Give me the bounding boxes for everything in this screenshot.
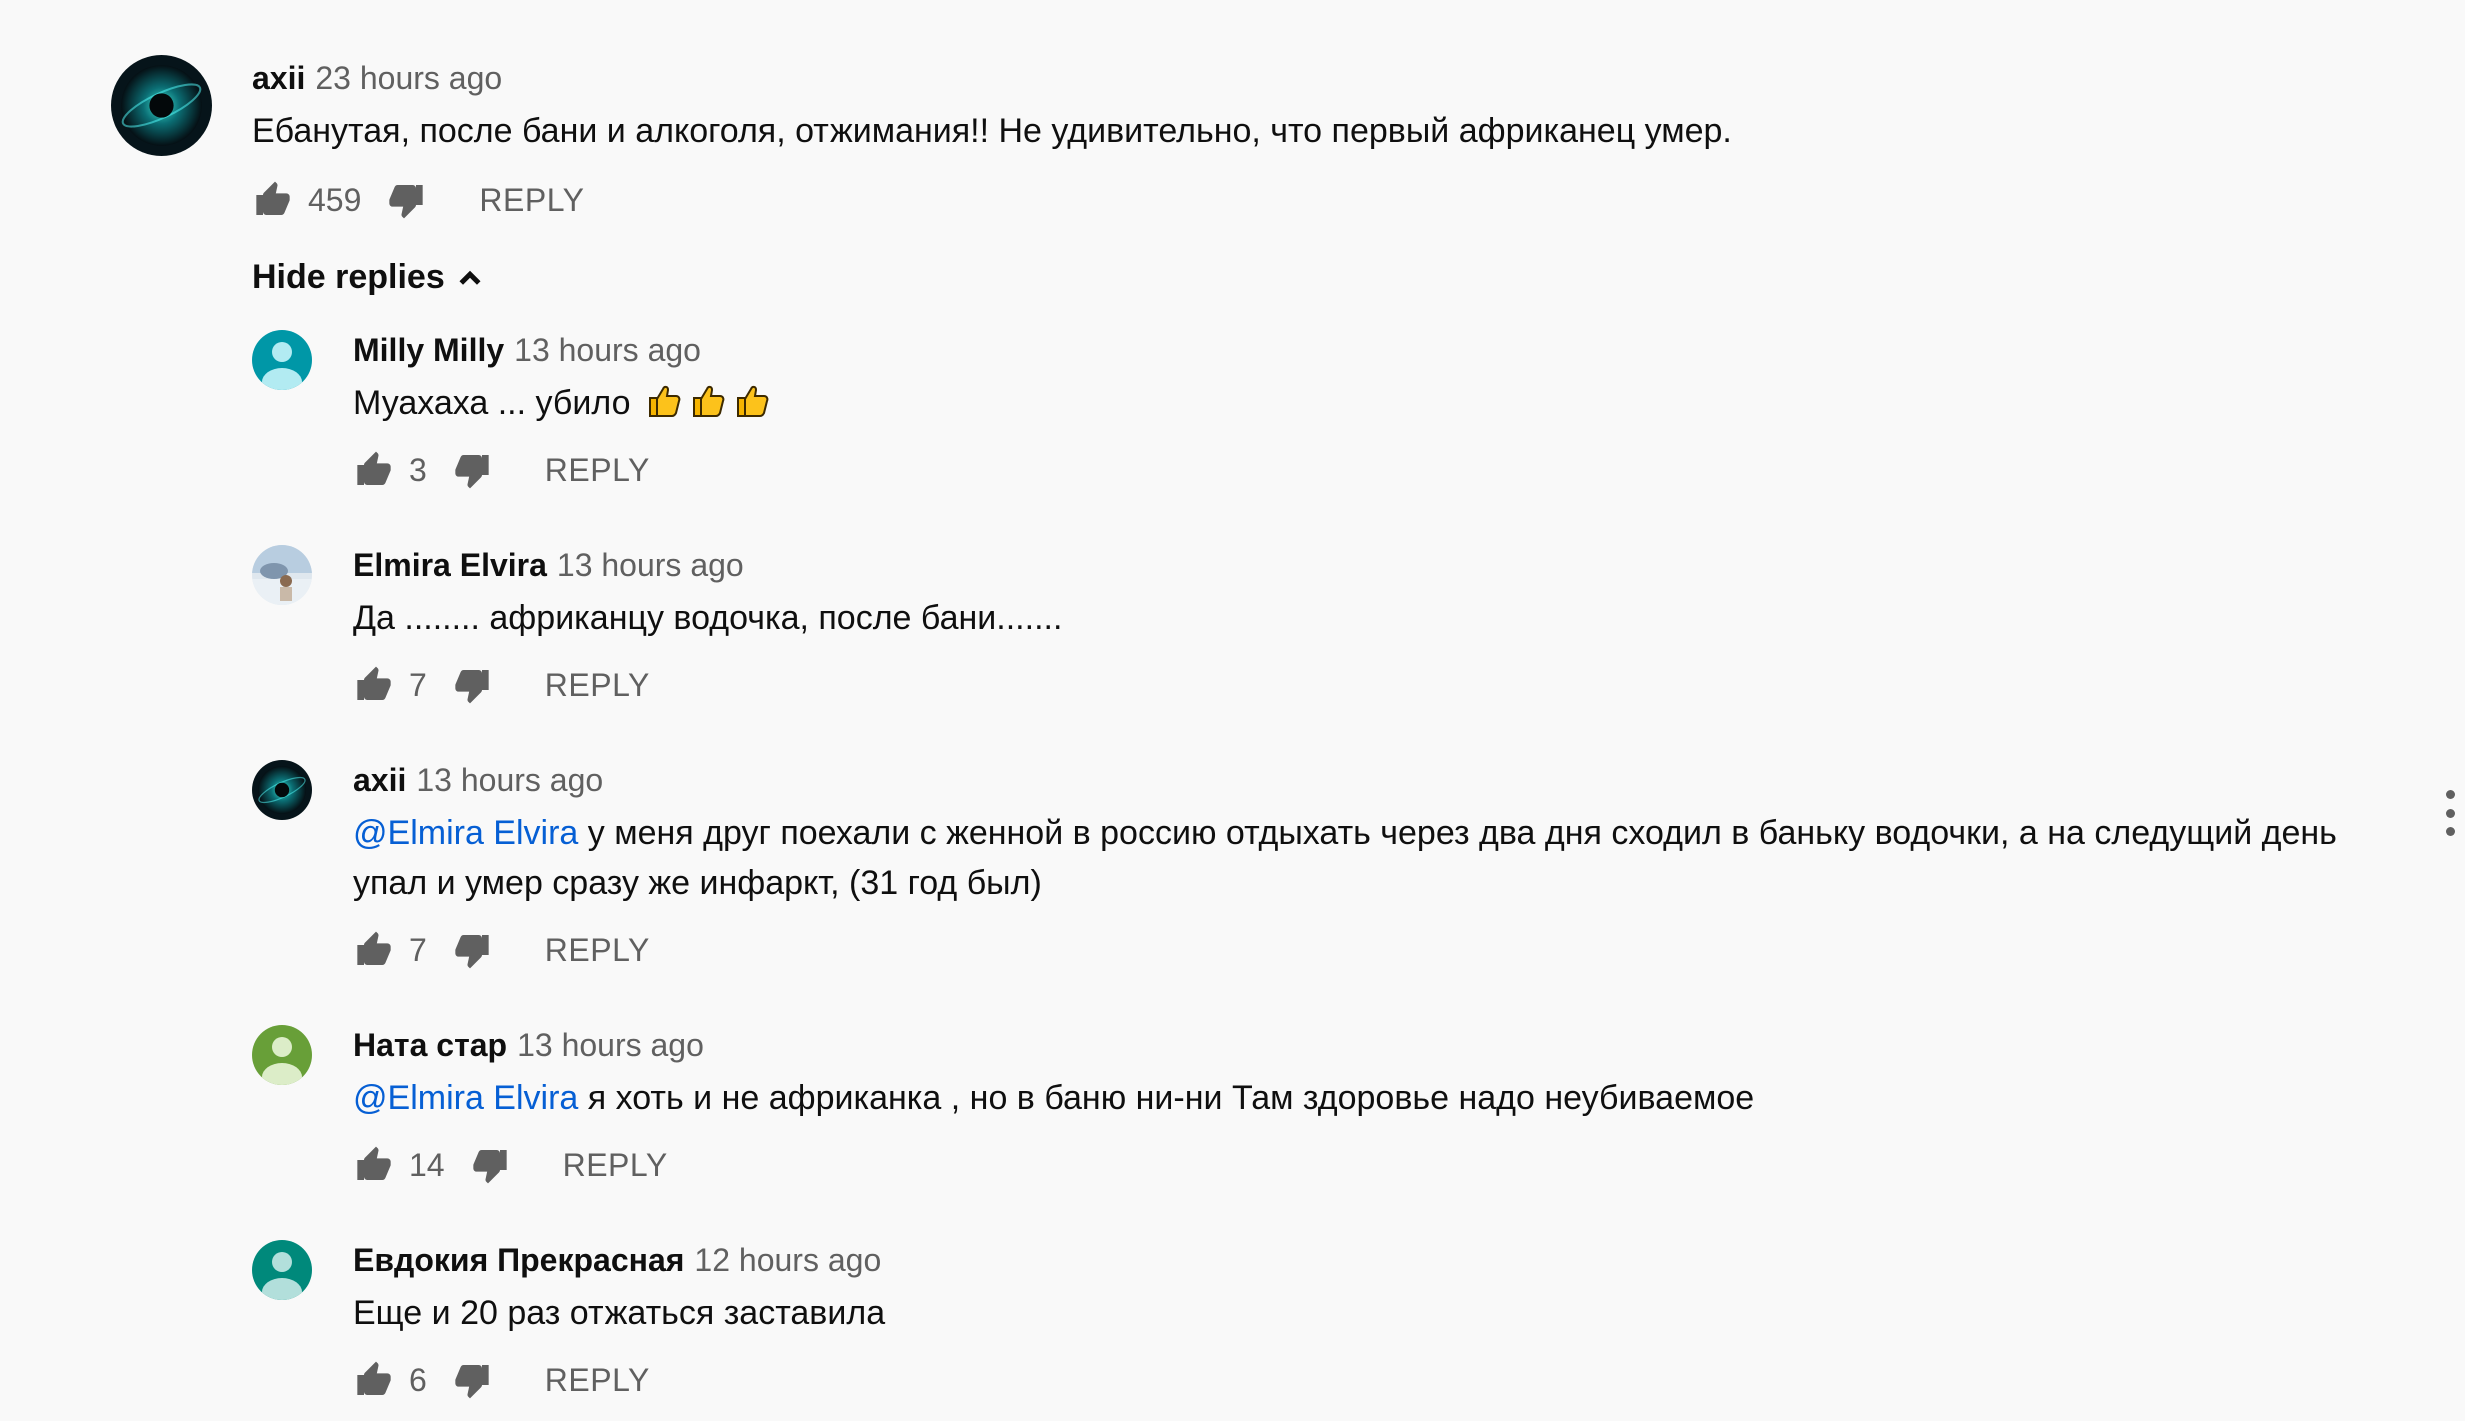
comment-text: @Elmira Elvira я хоть и не африканка , н…: [353, 1073, 2345, 1123]
comment-author[interactable]: Milly Milly: [353, 332, 504, 368]
comment-actions: 6 REPLY: [353, 1356, 2345, 1404]
chevron-up-icon: [459, 270, 481, 285]
reply-button[interactable]: REPLY: [479, 182, 584, 219]
comment-actions: 7 REPLY: [353, 926, 2345, 974]
like-count: 7: [409, 931, 427, 968]
comment-author[interactable]: Elmira Elvira: [353, 547, 547, 583]
comment-text-body: я хоть и не африканка , но в баню ни-ни …: [578, 1079, 1755, 1117]
comment-timestamp[interactable]: 13 hours ago: [557, 547, 744, 583]
avatar[interactable]: [252, 1025, 312, 1085]
thumb-down-icon[interactable]: [469, 1144, 511, 1186]
thumb-down-icon[interactable]: [385, 179, 427, 221]
comment-text: Да ........ африканцу водочка, после бан…: [353, 599, 1063, 637]
menu-dot: [2445, 808, 2455, 818]
hide-replies-label: Hide replies: [252, 258, 445, 296]
avatar[interactable]: [252, 330, 312, 390]
reply-button[interactable]: REPLY: [563, 1147, 668, 1184]
comment-timestamp[interactable]: 23 hours ago: [315, 60, 502, 96]
comment-timestamp[interactable]: 12 hours ago: [694, 1242, 881, 1278]
comment-text: Муахаха ... убило: [353, 378, 2345, 428]
like-count: 459: [308, 181, 362, 218]
thumb-down-icon[interactable]: [451, 664, 493, 706]
comment-author[interactable]: Ната стар: [353, 1027, 507, 1063]
mention-link[interactable]: @Elmira Elvira: [353, 1079, 578, 1117]
menu-dot: [2445, 827, 2455, 836]
comment-timestamp[interactable]: 13 hours ago: [517, 1027, 704, 1063]
comment-actions: 3 REPLY: [353, 446, 2345, 494]
comment-text-body: у меня друг поехали с женной в россию от…: [353, 814, 2337, 902]
comment-text-body: Муахаха ... убило: [353, 384, 631, 422]
avatar[interactable]: [252, 1240, 312, 1300]
like-count: 6: [409, 1361, 427, 1398]
reply-button[interactable]: REPLY: [545, 452, 650, 489]
thumb-up-icon[interactable]: [353, 664, 395, 706]
thumb-down-icon[interactable]: [451, 929, 493, 971]
comment-text: Ебанутая, после бани и алкоголя, отжиман…: [252, 112, 1732, 150]
comment-text: @Elmira Elvira у меня друг поехали с жен…: [353, 808, 2345, 908]
reply-button[interactable]: REPLY: [545, 1362, 650, 1399]
thumb-up-icon[interactable]: [353, 1359, 395, 1401]
thumb-up-icon[interactable]: [252, 179, 294, 221]
mention-link[interactable]: @Elmira Elvira: [353, 814, 578, 852]
like-count: 7: [409, 666, 427, 703]
like-count: 3: [409, 451, 427, 488]
comment-timestamp[interactable]: 13 hours ago: [416, 762, 603, 798]
comment-actions: 14 REPLY: [353, 1141, 2345, 1189]
thumb-up-icon[interactable]: [353, 929, 395, 971]
comment-thread: axii 23 hours ago Ебанутая, после бани и …: [0, 0, 2465, 1421]
more-vertical-icon[interactable]: [2440, 790, 2460, 836]
avatar[interactable]: [111, 55, 212, 156]
thumbs-up-emoji: [640, 384, 772, 422]
avatar[interactable]: [252, 545, 312, 605]
like-count: 14: [409, 1146, 445, 1183]
comment-author[interactable]: axii: [252, 60, 305, 96]
comment-actions: 7 REPLY: [353, 661, 2345, 709]
reply-button[interactable]: REPLY: [545, 667, 650, 704]
thumb-down-icon[interactable]: [451, 449, 493, 491]
thumb-down-icon[interactable]: [451, 1359, 493, 1401]
thumb-up-icon[interactable]: [353, 1144, 395, 1186]
avatar[interactable]: [252, 760, 312, 820]
hide-replies-button[interactable]: Hide replies: [252, 258, 485, 297]
comment-actions: 459 REPLY: [252, 176, 2345, 224]
comment-text: Еще и 20 раз отжаться заставила: [353, 1294, 886, 1332]
thumb-up-icon[interactable]: [353, 449, 395, 491]
comment-author[interactable]: axii: [353, 762, 406, 798]
menu-dot: [2445, 790, 2455, 799]
comment-timestamp[interactable]: 13 hours ago: [514, 332, 701, 368]
comment-author[interactable]: Евдокия Прекрасная: [353, 1242, 684, 1278]
reply-button[interactable]: REPLY: [545, 932, 650, 969]
